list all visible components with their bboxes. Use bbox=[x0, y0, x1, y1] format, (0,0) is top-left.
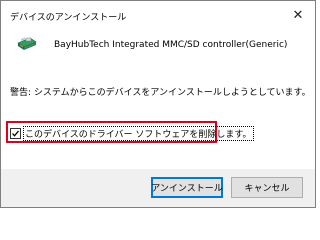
title-bar: デバイスのアンインストール ✕ bbox=[1, 1, 315, 31]
delete-driver-checkbox[interactable] bbox=[10, 128, 21, 139]
delete-driver-label[interactable]: このデバイスのドライバー ソフトウェアを削除します。 bbox=[23, 126, 254, 141]
uninstall-button[interactable]: アンインストール bbox=[151, 177, 223, 198]
close-button[interactable]: ✕ bbox=[281, 1, 315, 29]
card-reader-icon bbox=[15, 35, 39, 55]
close-icon: ✕ bbox=[292, 7, 304, 23]
delete-driver-checkbox-row[interactable]: このデバイスのドライバー ソフトウェアを削除します。 bbox=[10, 126, 254, 141]
warning-text: 警告: システムからこのデバイスをアンインストールしようとしています。 bbox=[10, 88, 311, 98]
dialog-title: デバイスのアンインストール bbox=[10, 13, 127, 23]
delete-driver-highlight: このデバイスのドライバー ソフトウェアを削除します。 bbox=[6, 121, 254, 143]
checkmark-icon bbox=[12, 130, 19, 137]
device-name: BayHubTech Integrated MMC/SD controller(… bbox=[54, 40, 288, 50]
cancel-button[interactable]: キャンセル bbox=[231, 177, 303, 198]
